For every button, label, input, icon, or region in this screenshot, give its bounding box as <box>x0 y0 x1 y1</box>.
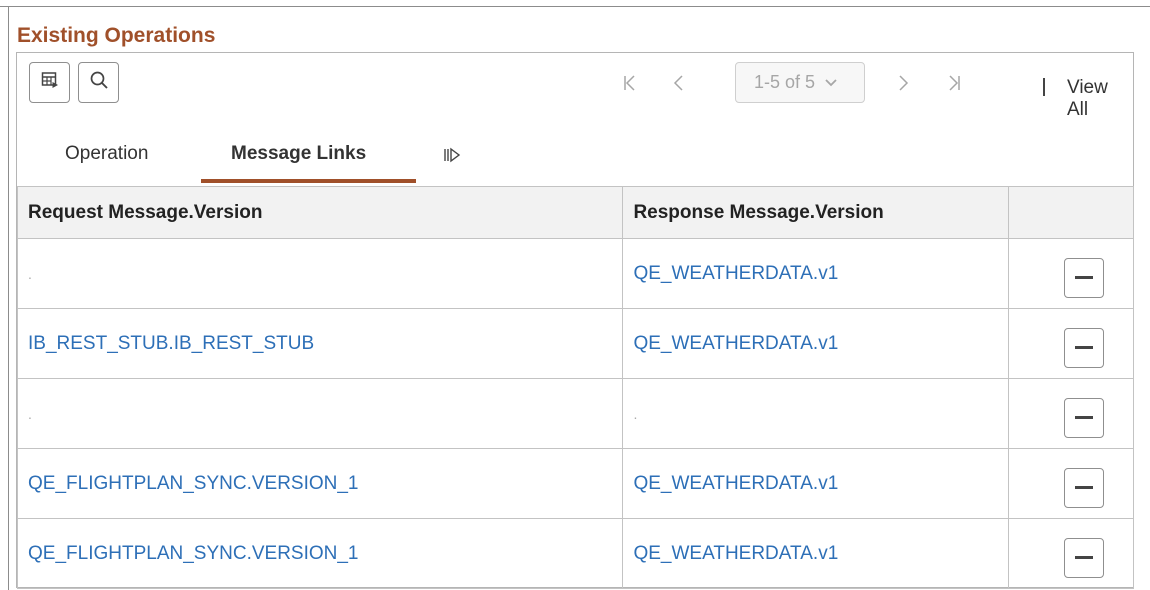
chevron-right-icon <box>897 74 909 92</box>
show-columns-icon <box>443 147 461 168</box>
search-button[interactable] <box>78 62 119 103</box>
table-row: QE_FLIGHTPLAN_SYNC.VERSION_1 QE_WEATHERD… <box>16 448 1134 519</box>
section-title: Existing Operations <box>17 24 216 47</box>
header-actions <box>1008 186 1134 239</box>
minus-icon <box>1075 276 1094 279</box>
view-all-link[interactable]: View All <box>1067 77 1133 121</box>
delete-row-button[interactable] <box>1064 537 1105 578</box>
delete-row-button[interactable] <box>1064 327 1105 368</box>
search-icon <box>89 70 109 95</box>
grid-export-icon <box>41 71 59 94</box>
left-rule <box>8 6 9 590</box>
delete-row-button[interactable] <box>1064 467 1105 508</box>
row-actions-cell <box>1008 518 1134 589</box>
last-page-button[interactable] <box>947 62 961 103</box>
response-message-link[interactable]: QE_WEATHERDATA.v1 <box>633 473 838 494</box>
toolbar-separator <box>1043 78 1045 96</box>
page-range-select[interactable]: 1-5 of 5 <box>735 62 865 103</box>
response-message-cell: QE_WEATHERDATA.v1 <box>622 448 1010 519</box>
active-tab-indicator <box>201 179 416 183</box>
message-links-table: Request Message.Version Response Message… <box>16 186 1134 589</box>
row-actions-cell <box>1008 238 1134 309</box>
request-message-link[interactable]: QE_FLIGHTPLAN_SYNC.VERSION_1 <box>28 543 359 564</box>
delete-row-button[interactable] <box>1064 257 1105 298</box>
request-message-link[interactable]: QE_FLIGHTPLAN_SYNC.VERSION_1 <box>28 473 359 494</box>
top-rule <box>0 6 1150 7</box>
show-all-columns-button[interactable] <box>443 146 461 169</box>
request-message-cell: IB_REST_STUB.IB_REST_STUB <box>16 308 624 379</box>
table-row: QE_FLIGHTPLAN_SYNC.VERSION_1 QE_WEATHERD… <box>16 518 1134 589</box>
request-message-cell: . <box>16 378 624 449</box>
page-range-value: 1-5 of 5 <box>754 72 816 92</box>
chevron-left-icon <box>673 74 685 92</box>
response-message-cell: QE_WEATHERDATA.v1 <box>622 308 1010 379</box>
response-message-link[interactable]: QE_WEATHERDATA.v1 <box>633 263 838 284</box>
response-message-link[interactable]: QE_WEATHERDATA.v1 <box>633 333 838 354</box>
request-message-link[interactable]: IB_REST_STUB.IB_REST_STUB <box>28 333 314 354</box>
table-row: . . <box>16 378 1134 449</box>
tab-operation[interactable]: Operation <box>65 143 148 165</box>
first-page-button[interactable] <box>623 62 637 103</box>
table-row: . QE_WEATHERDATA.v1 <box>16 238 1134 309</box>
table-row: IB_REST_STUB.IB_REST_STUB QE_WEATHERDATA… <box>16 308 1134 379</box>
response-message-link[interactable]: QE_WEATHERDATA.v1 <box>633 543 838 564</box>
minus-icon <box>1075 416 1094 419</box>
response-message-value: . <box>633 405 638 422</box>
header-request-message-version: Request Message.Version <box>16 186 624 239</box>
tab-message-links[interactable]: Message Links <box>231 143 366 165</box>
row-actions-cell <box>1008 308 1134 379</box>
request-message-cell: QE_FLIGHTPLAN_SYNC.VERSION_1 <box>16 448 624 519</box>
first-page-icon <box>623 74 637 92</box>
response-message-cell: . <box>622 378 1010 449</box>
next-page-button[interactable] <box>897 62 909 103</box>
grid-export-button[interactable] <box>29 62 70 103</box>
request-message-cell: . <box>16 238 624 309</box>
minus-icon <box>1075 556 1094 559</box>
delete-row-button[interactable] <box>1064 397 1105 438</box>
request-message-value: . <box>28 405 32 422</box>
previous-page-button[interactable] <box>673 62 685 103</box>
request-message-value: . <box>28 265 32 282</box>
last-page-icon <box>947 74 961 92</box>
row-actions-cell <box>1008 448 1134 519</box>
minus-icon <box>1075 486 1094 489</box>
row-actions-cell <box>1008 378 1134 449</box>
table-header-row: Request Message.Version Response Message… <box>16 186 1134 239</box>
chevron-down-icon <box>825 78 837 87</box>
request-message-cell: QE_FLIGHTPLAN_SYNC.VERSION_1 <box>16 518 624 589</box>
header-response-message-version: Response Message.Version <box>622 186 1010 239</box>
response-message-cell: QE_WEATHERDATA.v1 <box>622 518 1010 589</box>
operations-grid-panel: 1-5 of 5 View All Operation Message Link… <box>16 52 1134 589</box>
minus-icon <box>1075 346 1094 349</box>
response-message-cell: QE_WEATHERDATA.v1 <box>622 238 1010 309</box>
